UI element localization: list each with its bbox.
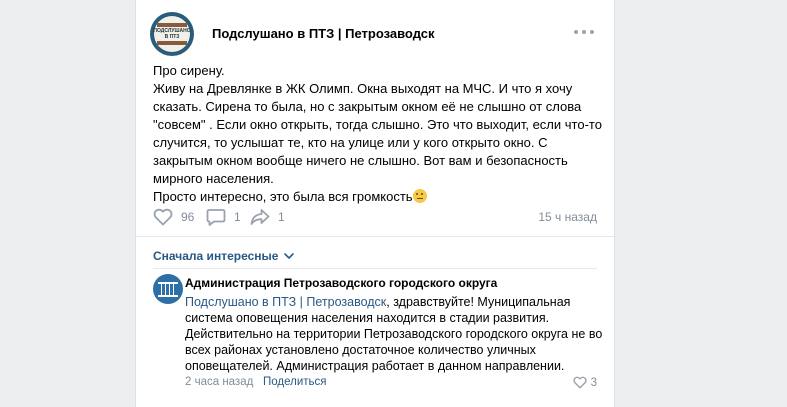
- comment-button[interactable]: 1: [206, 206, 241, 228]
- emoji-thinking-icon: [412, 189, 427, 203]
- comment-footer: 2 часа назад Поделиться 3: [185, 376, 597, 392]
- post-text-last-line: Просто интересно, это была вся громкость: [153, 188, 608, 206]
- post-text-last: Просто интересно, это была вся громкость: [153, 189, 413, 204]
- post-text-line: Живу на Древлянке в ЖК Олимп. Окна выход…: [153, 81, 602, 186]
- comment-author-name[interactable]: Администрация Петрозаводского городского…: [185, 276, 497, 290]
- comment-share-button[interactable]: Поделиться: [263, 376, 327, 388]
- comment-time[interactable]: 2 часа назад: [185, 376, 253, 388]
- shares-count: 1: [278, 210, 285, 224]
- avatar-column: [169, 282, 170, 296]
- comment-text: Подслушано в ПТЗ | Петрозаводск, здравст…: [185, 294, 605, 374]
- sort-label: Сначала интересные: [153, 249, 279, 263]
- avatar-stripe: [158, 295, 178, 297]
- comments-sort-dropdown[interactable]: Сначала интересные: [153, 249, 295, 263]
- post-text-line: Про сирену.: [153, 63, 225, 78]
- avatar-bar-bottom: [157, 41, 187, 45]
- comment-like-button[interactable]: 3: [572, 376, 597, 389]
- avatar-column: [165, 282, 166, 296]
- post-text: Про сирену. Живу на Древлянке в ЖК Олимп…: [153, 62, 608, 206]
- comment-likes-count: 3: [590, 376, 597, 389]
- comments-count: 1: [234, 210, 241, 224]
- heart-icon: [572, 376, 587, 389]
- avatar-column: [173, 282, 174, 296]
- like-button[interactable]: 96: [153, 206, 194, 228]
- avatar-text: ПОДСЛУШАНО В ПТЗ: [153, 28, 191, 40]
- chevron-down-icon: [284, 252, 295, 259]
- comment-author-avatar[interactable]: [153, 274, 183, 304]
- share-button[interactable]: 1: [250, 206, 285, 228]
- comment-mention-link[interactable]: Подслушано в ПТЗ | Петрозаводск: [185, 295, 386, 309]
- post-time[interactable]: 15 ч назад: [538, 210, 597, 224]
- divider: [136, 236, 614, 237]
- avatar-logo: ПОДСЛУШАНО В ПТЗ: [153, 16, 191, 52]
- avatar-column: [161, 282, 162, 296]
- more-icon[interactable]: [574, 24, 594, 40]
- heart-icon: [153, 208, 173, 226]
- likes-count: 96: [181, 210, 195, 224]
- group-avatar[interactable]: ПОДСЛУШАНО В ПТЗ: [150, 12, 194, 56]
- post-header: ПОДСЛУШАНО В ПТЗ Подслушано в ПТЗ | Петр…: [150, 12, 600, 58]
- group-name-link[interactable]: Подслушано в ПТЗ | Петрозаводск: [212, 26, 435, 41]
- comment-icon: [206, 209, 226, 226]
- post-actions: 96 1 1 15 ч назад: [153, 206, 597, 228]
- post-card: ПОДСЛУШАНО В ПТЗ Подслушано в ПТЗ | Петр…: [135, 0, 615, 407]
- comment-divider: [153, 268, 597, 269]
- avatar-bar-top: [157, 23, 187, 27]
- share-icon: [250, 209, 270, 225]
